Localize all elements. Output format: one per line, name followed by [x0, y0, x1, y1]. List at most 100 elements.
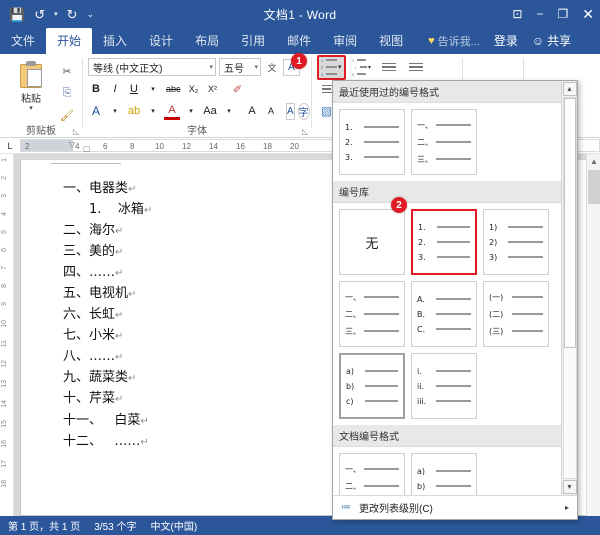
page-margin-marker [51, 163, 121, 164]
phonetic-guide-icon[interactable]: 文 [264, 59, 280, 76]
clipboard-dialog-launcher[interactable]: ◺ [73, 127, 79, 136]
vruler-tick-12: 12 [1, 360, 8, 368]
enclose-character-icon[interactable]: 字 [297, 102, 310, 120]
tile-line [436, 124, 471, 126]
dropdown-scroll-thumb[interactable] [563, 98, 576, 348]
numbering-tile[interactable]: i. ii. iii. [411, 353, 477, 419]
tab-references[interactable]: 引用 [230, 28, 276, 54]
ribbon-tab-bar: 文件 开始 插入 设计 布局 引用 邮件 审阅 视图 ♥ 告诉我... 登录 ☺… [0, 28, 600, 54]
tab-mailings[interactable]: 邮件 [276, 28, 322, 54]
tab-layout[interactable]: 布局 [184, 28, 230, 54]
minimize-button[interactable]: − [536, 7, 543, 21]
font-name-combo[interactable]: 等线 (中文正文) ▾ [88, 58, 216, 76]
numbering-button[interactable]: 1 2 3 ▾ [317, 54, 346, 80]
scroll-thumb[interactable] [587, 170, 600, 204]
lightbulb-icon: ♥ [428, 35, 435, 47]
tab-view[interactable]: 视图 [368, 28, 414, 54]
numbering-tile[interactable]: 一、 二、 三、 [339, 281, 405, 347]
numbering-tile-hover[interactable]: a) b) c) [339, 353, 405, 419]
hanging-indent-marker[interactable]: ▢ [83, 144, 91, 153]
dropdown-scroll-track[interactable] [562, 97, 577, 479]
multilevel-list-button[interactable]: 1 i 2 ▾ [351, 58, 373, 77]
change-case-caret-icon[interactable]: ▾ [221, 103, 237, 120]
italic-button[interactable]: I [107, 81, 123, 98]
tab-insert[interactable]: 插入 [92, 28, 138, 54]
paste-caret-icon[interactable]: ▾ [29, 104, 33, 112]
underline-caret-icon[interactable]: ▾ [145, 81, 161, 98]
document-scrollbar[interactable]: ▲ [586, 154, 600, 516]
title-bar: 💾 ↺ ▾ ↻ ⌄ 文档1 - Word ⊡ − ❐ ✕ [0, 0, 600, 28]
font-name-value: 等线 (中文正文) [93, 63, 163, 75]
tile-label: 2) [489, 237, 498, 247]
vruler-tick-7: 7 [1, 266, 8, 270]
strikethrough-button[interactable]: abc [164, 81, 183, 98]
pilcrow-icon: ↵ [115, 394, 124, 406]
text-effects-button[interactable]: A [88, 103, 104, 120]
scroll-up-icon[interactable]: ▲ [587, 154, 600, 168]
vertical-ruler[interactable]: 1 2 3 4 5 6 7 8 9 10 11 12 13 14 15 16 1… [0, 154, 14, 516]
text-effects-caret-icon[interactable]: ▾ [107, 103, 123, 120]
cut-icon[interactable]: ✂ [62, 65, 71, 78]
tab-review[interactable]: 审阅 [322, 28, 368, 54]
numbering-tile[interactable]: 1) 2) 3) [483, 209, 549, 275]
language-indicator[interactable]: 中文(中国) [151, 518, 198, 533]
decrease-indent-button[interactable] [378, 58, 400, 76]
tab-home[interactable]: 开始 [46, 28, 93, 54]
vruler-tick-14: 14 [1, 400, 8, 408]
close-button[interactable]: ✕ [582, 6, 594, 23]
first-line-indent-marker[interactable]: ▽ [69, 140, 75, 149]
none-label: 无 [365, 236, 379, 252]
ribbon-display-options-icon[interactable]: ⊡ [512, 7, 522, 21]
font-dialog-launcher[interactable]: ◺ [302, 127, 308, 136]
format-painter-icon[interactable]: 🖌 [60, 109, 74, 122]
change-case-button[interactable]: Aa [202, 103, 218, 120]
highlight-button[interactable]: ab [126, 103, 142, 120]
highlight-caret-icon[interactable]: ▾ [145, 103, 161, 120]
numbering-tile[interactable]: 1. 2. 3. [339, 109, 405, 175]
numbering-tile[interactable]: 一、 二、 三、 [411, 109, 477, 175]
font-color-caret-icon[interactable]: ▾ [183, 103, 199, 120]
font-name-caret-icon[interactable]: ▾ [205, 63, 213, 71]
dropdown-scrollbar[interactable]: ▲ ▼ [561, 81, 577, 495]
character-shading-icon[interactable]: A [286, 102, 295, 120]
page-info[interactable]: 第 1 页，共 1 页 [8, 518, 80, 533]
tab-stop-selector[interactable]: L [0, 138, 20, 154]
bold-button[interactable]: B [88, 81, 104, 98]
dropdown-scroll-up-icon[interactable]: ▲ [562, 82, 577, 96]
change-list-level-menu-item[interactable]: ≔ 更改列表级别(C) ▸ [333, 495, 577, 519]
clear-formatting-icon[interactable]: ✐ [230, 81, 246, 98]
subscript-button[interactable]: X₂ [186, 81, 202, 98]
sign-in-button[interactable]: 登录 [486, 28, 526, 54]
list-item-text: 三、美的 [63, 244, 116, 260]
grow-font-button[interactable]: A [244, 103, 260, 120]
font-size-caret-icon[interactable]: ▾ [250, 63, 258, 71]
numbering-tile[interactable]: (一) (二) (三) [483, 281, 549, 347]
numbering-tile[interactable]: A. B. C. [411, 281, 477, 347]
tell-me-box[interactable]: ♥ 告诉我... [414, 29, 486, 54]
numbering-tile-none[interactable]: 无 [339, 209, 405, 275]
word-count[interactable]: 3/53 个字 [94, 518, 136, 533]
tab-file[interactable]: 文件 [0, 28, 46, 54]
shrink-font-button[interactable]: A [263, 103, 279, 120]
tile-line [365, 370, 398, 372]
superscript-button[interactable]: X² [205, 81, 221, 98]
tile-line [365, 385, 398, 387]
tile-line [508, 256, 543, 258]
font-size-combo[interactable]: 五号 ▾ [219, 58, 261, 76]
ruler-tick-6: 6 [103, 142, 108, 151]
increase-indent-button[interactable] [405, 58, 427, 76]
copy-icon[interactable]: ⎘ [63, 87, 72, 100]
dropdown-scroll-down-icon[interactable]: ▼ [562, 480, 577, 494]
numbering-tile[interactable]: a) b) c) [411, 453, 477, 495]
recent-formats-grid: 1. 2. 3. 一、 二、 三、 [333, 103, 561, 181]
numbering-library-grid: 2 无 1. 2. 3. 1) 2) 3) 一、 二、 三、 A. B. C. … [333, 197, 561, 425]
underline-button[interactable]: U [126, 81, 142, 98]
font-color-button[interactable]: A [164, 103, 180, 120]
numbering-caret-icon[interactable]: ▾ [338, 63, 342, 71]
numbering-tile-selected[interactable]: 1. 2. 3. [411, 209, 477, 275]
share-button[interactable]: ☺ 共享 [526, 28, 579, 54]
maximize-button[interactable]: ❐ [558, 7, 569, 21]
numbering-tile[interactable]: 一、 二、 三、 [339, 453, 405, 495]
tile-label: 一、 [417, 120, 433, 130]
tab-design[interactable]: 设计 [138, 28, 184, 54]
